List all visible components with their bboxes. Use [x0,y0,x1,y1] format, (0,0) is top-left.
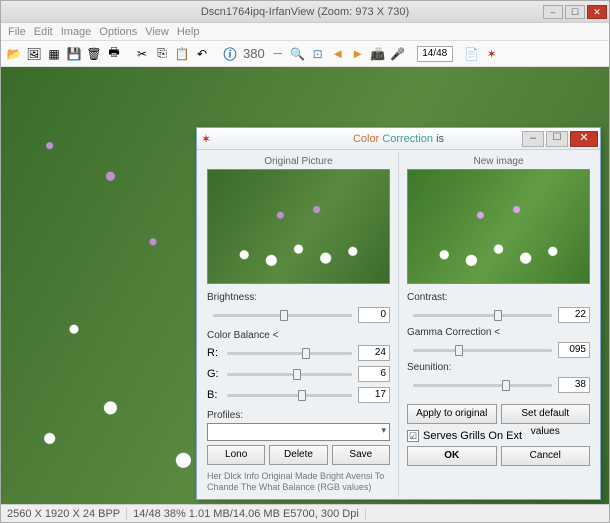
dialog-right-panel: New image Contrast: 22 Gamma Correction … [399,152,598,497]
saturation-slider[interactable] [413,384,552,387]
prev-icon[interactable]: ◄ [329,45,347,63]
open-icon[interactable]: 📂 [5,45,23,63]
image-canvas: ✶ Color Correction is – ☐ ✕ Original Pic… [1,67,609,504]
scan-icon[interactable]: 📠 [369,45,387,63]
save-exit-checkbox[interactable]: ☑ [407,430,419,442]
menu-options[interactable]: Options [96,26,140,38]
brightness-value[interactable]: 0 [358,307,390,323]
print-icon[interactable]: 🖶 [105,45,123,63]
color-correction-dialog: ✶ Color Correction is – ☐ ✕ Original Pic… [196,127,601,500]
paste-icon[interactable]: 📋 [173,45,191,63]
dialog-left-panel: Original Picture Brightness: 0 Color Bal… [199,152,399,497]
window-close-button[interactable]: ✕ [587,5,607,19]
menu-file[interactable]: File [5,26,29,38]
r-value[interactable]: 24 [358,345,390,361]
brightness-slider[interactable] [213,314,352,317]
main-window: Dscn1764ipq-IrfanView (Zoom: 973 X 730) … [0,0,610,523]
mic-icon[interactable]: 🎤 [389,45,407,63]
settings-icon[interactable]: 📄 [463,45,481,63]
toolbar: 📂 🖼 ▦ 💾 🗑 🖶 ✂ ⎘ 📋 ↶ ⓘ 380 － 🔍 ⊡ ◄ ► 📠 🎤 … [1,41,609,67]
status-info: 14/48 38% 1.01 MB/14.06 MB E5700, 300 Dp… [127,508,366,520]
dialog-app-icon: ✶ [201,132,211,146]
page-indicator: 14/48 [417,46,453,62]
saturation-value[interactable]: 38 [558,377,590,393]
menu-view[interactable]: View [142,26,172,38]
g-value[interactable]: 6 [358,366,390,382]
new-header: New image [407,156,590,167]
profiles-combo[interactable] [207,423,390,441]
original-preview [207,169,390,284]
profiles-label: Profiles: [207,410,390,421]
r-label: R: [207,347,221,359]
window-min-button[interactable]: – [543,5,563,19]
color-balance-label: Color Balance < [207,330,390,341]
next-icon[interactable]: ► [349,45,367,63]
gamma-value[interactable]: 095 [558,342,590,358]
brightness-label: Brightness: [207,292,390,303]
dialog-close-button[interactable]: ✕ [570,131,598,147]
dialog-title-a: Color [353,133,379,145]
slideshow-icon[interactable]: ▦ [45,45,63,63]
window-title: Dscn1764ipq-IrfanView (Zoom: 973 X 730) [201,6,409,18]
gamma-slider[interactable] [413,349,552,352]
original-header: Original Picture [207,156,390,167]
b-slider[interactable] [227,394,352,397]
new-preview [407,169,590,284]
cut-icon[interactable]: ✂ [133,45,151,63]
dialog-titlebar: ✶ Color Correction is – ☐ ✕ [197,128,600,150]
save-profile-button[interactable]: Save [332,445,390,465]
b-label: B: [207,389,221,401]
thumbs-icon[interactable]: 🖼 [25,45,43,63]
copy-icon[interactable]: ⎘ [153,45,171,63]
g-label: G: [207,368,221,380]
hint-text: Her Dlck Info Original Made Bright Avens… [207,471,390,493]
zoom-in-icon[interactable]: 🔍 [289,45,307,63]
window-max-button[interactable]: ☐ [565,5,585,19]
app-icon[interactable]: ✶ [483,45,501,63]
ok-button[interactable]: OK [407,446,497,466]
g-slider[interactable] [227,373,352,376]
delete-button[interactable]: Delete [269,445,327,465]
saturation-label: Seunition: [407,362,590,373]
delete-icon[interactable]: 🗑 [85,45,103,63]
gamma-label: Gamma Correction < [407,327,590,338]
contrast-value[interactable]: 22 [558,307,590,323]
info-icon[interactable]: ⓘ [221,45,239,63]
dialog-title-b: Correction [382,133,433,145]
zoom-fit-icon[interactable]: ⊡ [309,45,327,63]
status-dims: 2560 X 1920 X 24 BPP [1,508,127,520]
menu-edit[interactable]: Edit [31,26,56,38]
load-button[interactable]: Lono [207,445,265,465]
statusbar: 2560 X 1920 X 24 BPP 14/48 38% 1.01 MB/1… [1,504,609,522]
save-exit-label: Serves Grills On Ext [423,430,522,442]
undo-icon[interactable]: ↶ [193,45,211,63]
zoom-value: 380 [243,46,265,61]
b-value[interactable]: 17 [358,387,390,403]
dialog-title-c: is [436,133,444,145]
menu-image[interactable]: Image [58,26,95,38]
contrast-label: Contrast: [407,292,590,303]
apply-button[interactable]: Apply to original [407,404,497,424]
menu-help[interactable]: Help [174,26,203,38]
r-slider[interactable] [227,352,352,355]
dialog-min-button[interactable]: – [522,131,544,147]
cancel-button[interactable]: Cancel [501,446,591,466]
zoom-out-icon[interactable]: － [269,45,287,63]
save-icon[interactable]: 💾 [65,45,83,63]
contrast-slider[interactable] [413,314,552,317]
dialog-max-button[interactable]: ☐ [546,131,568,147]
titlebar: Dscn1764ipq-IrfanView (Zoom: 973 X 730) … [1,1,609,23]
defaults-button[interactable]: Set default values [501,404,591,424]
menubar: File Edit Image Options View Help [1,23,609,41]
